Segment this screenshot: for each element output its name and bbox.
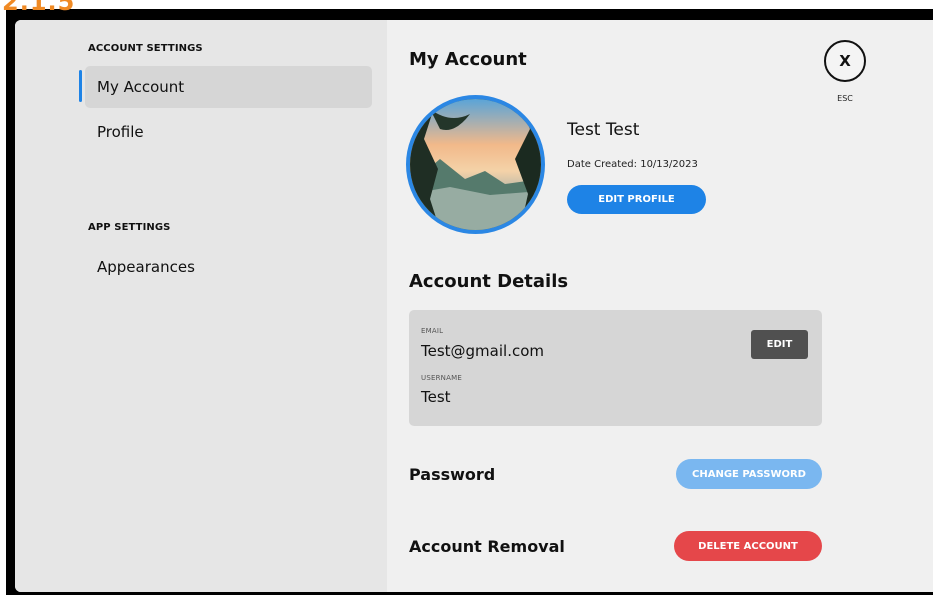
sidebar: ACCOUNT SETTINGS My Account Profile APP … bbox=[15, 20, 387, 592]
close-icon: X bbox=[839, 52, 851, 70]
username-label: USERNAME bbox=[421, 374, 462, 382]
sidebar-item-label: Appearances bbox=[97, 258, 195, 276]
username-value: Test bbox=[421, 388, 451, 406]
settings-window: ACCOUNT SETTINGS My Account Profile APP … bbox=[15, 20, 933, 592]
account-details-card: EMAIL Test@gmail.com USERNAME Test EDIT bbox=[409, 310, 822, 426]
page-title: My Account bbox=[409, 49, 527, 70]
email-label: EMAIL bbox=[421, 327, 444, 335]
main-content: My Account X ESC Test Test Date Created:… bbox=[387, 20, 933, 592]
email-value: Test@gmail.com bbox=[421, 342, 545, 360]
password-title: Password bbox=[409, 465, 496, 484]
account-details-title: Account Details bbox=[409, 271, 569, 292]
avatar bbox=[406, 95, 545, 234]
sidebar-item-appearances[interactable]: Appearances bbox=[85, 246, 372, 288]
esc-label: ESC bbox=[837, 94, 853, 103]
account-settings-heading: ACCOUNT SETTINGS bbox=[88, 43, 203, 54]
avatar-landscape-image bbox=[410, 99, 541, 230]
sidebar-item-profile[interactable]: Profile bbox=[85, 111, 372, 153]
delete-account-button[interactable]: DELETE ACCOUNT bbox=[674, 531, 822, 561]
sidebar-item-my-account[interactable]: My Account bbox=[85, 66, 372, 108]
edit-profile-button[interactable]: EDIT PROFILE bbox=[567, 185, 706, 214]
version-badge-text: 2.1.5 bbox=[2, 0, 76, 14]
sidebar-item-label: My Account bbox=[97, 78, 185, 96]
account-removal-title: Account Removal bbox=[409, 537, 565, 556]
user-name: Test Test bbox=[567, 120, 640, 140]
date-created: Date Created: 10/13/2023 bbox=[567, 159, 698, 170]
change-password-button[interactable]: CHANGE PASSWORD bbox=[676, 459, 822, 489]
sidebar-item-label: Profile bbox=[97, 123, 144, 141]
version-badge: 2.1.5 bbox=[0, 0, 112, 14]
close-button[interactable]: X bbox=[824, 40, 866, 82]
app-settings-heading: APP SETTINGS bbox=[88, 222, 171, 233]
edit-details-button[interactable]: EDIT bbox=[751, 330, 808, 359]
active-nav-indicator bbox=[79, 70, 82, 102]
